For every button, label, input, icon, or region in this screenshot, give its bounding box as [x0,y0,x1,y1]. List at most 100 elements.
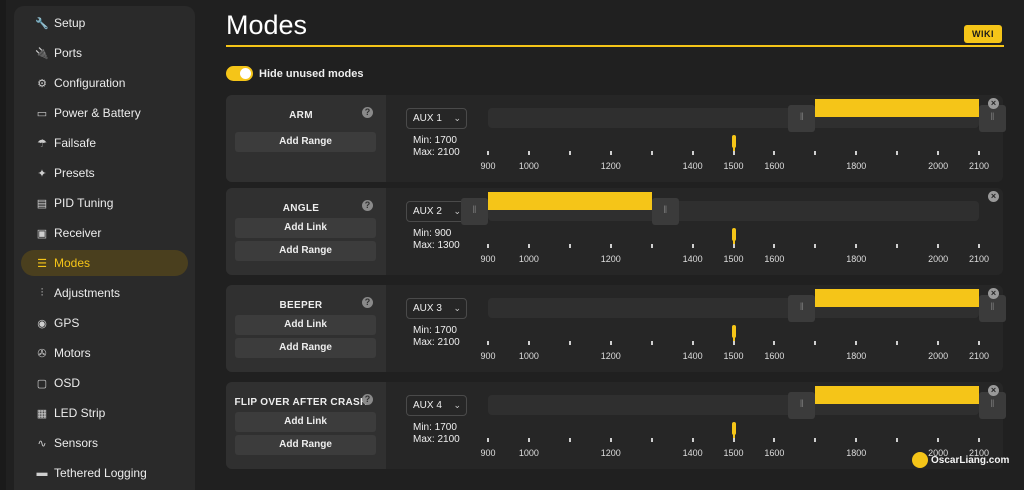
sidebar-item-ports[interactable]: 🔌 Ports [21,40,188,66]
scale-pip [937,244,940,248]
scale-pip [978,438,980,442]
range-min-handle[interactable]: ‖ [788,392,816,419]
remove-range-icon[interactable]: × [988,98,999,109]
hide-unused-row: Hide unused modes [226,66,364,81]
sidebar-item-label: Modes [54,256,91,270]
range-values: Min: 1700 Max: 2100 [413,422,460,446]
remove-range-icon[interactable]: × [988,191,999,202]
range-max-handle[interactable]: ‖ [979,105,1006,132]
sidebar-item-gps[interactable]: ◉ GPS [21,310,188,336]
chevron-down-icon: ⌄ [453,206,461,216]
mode-info-panel: ARM? Add Range [226,95,386,182]
range-min-handle[interactable]: ‖ [788,295,816,322]
plug-icon: 🔌 [35,47,49,60]
range-values: Min: 900 Max: 1300 [413,228,460,252]
scale-pip [650,438,653,442]
mode-name: FLIP OVER AFTER CRASH [234,397,368,408]
add-range-button[interactable]: Add Range [235,241,376,261]
sidebar-item-modes[interactable]: ☰ Modes [21,250,188,276]
sidebar-item-adjustments[interactable]: ⫶ Adjustments [21,280,188,306]
add-range-button[interactable]: Add Range [235,132,376,152]
scale-pip [814,151,817,155]
range-max-label: Max: 2100 [413,337,460,348]
scale-pip [855,151,858,155]
scale-tick-label: 1500 [723,254,744,264]
toggle-knob [240,68,251,79]
pid-icon: ▤ [36,197,48,210]
page-title: Modes [226,10,308,40]
sidebar-item-osd[interactable]: ▢ OSD [21,370,188,396]
scale-pip [978,151,980,155]
aux-channel-select[interactable]: AUX 3 ⌄ [406,298,467,319]
help-icon[interactable]: ? [362,200,373,211]
range-max-handle[interactable]: ‖ [651,198,679,225]
help-icon[interactable]: ? [362,107,373,118]
mode-card-arm: ARM? Add Range AUX 1 ⌄ Min: 1700 Max: 2100 ‖ ‖ ×… [226,95,1006,182]
scale-pip [773,438,776,442]
scale-pip [773,151,776,155]
marker-stem [732,240,735,244]
range-min-handle[interactable]: ‖ [788,105,816,132]
scale-pip [937,341,940,345]
remove-range-icon[interactable]: × [988,288,999,299]
sidebar-item-label: Presets [54,166,95,180]
marker-stem [732,337,735,341]
scale-tick-label: 2000 [928,351,949,361]
sidebar-item-pid-tuning[interactable]: ▤ PID Tuning [21,190,188,216]
scale-tick-label: 1000 [518,448,539,458]
aux-selected-value: AUX 3 [413,303,442,314]
aux-channel-select[interactable]: AUX 4 ⌄ [406,395,467,416]
sidebar-item-power-battery[interactable]: ▭ Power & Battery [21,100,188,126]
magic-wand-icon: ✦ [37,167,47,180]
sliders-icon: ⫶ [40,286,44,299]
scale-pip [691,244,694,248]
sidebar-item-motors[interactable]: ✇ Motors [21,340,188,366]
wiki-button[interactable]: WIKI [964,25,1002,43]
sidebar-item-setup[interactable]: 🔧 Setup [21,10,188,36]
sidebar-item-tethered-logging[interactable]: ▬ Tethered Logging [21,460,188,486]
range-min-label: Min: 1700 [413,422,457,433]
sidebar-item-label: Failsafe [54,136,97,150]
scale-tick-label: 1000 [518,351,539,361]
sidebar-item-presets[interactable]: ✦ Presets [21,160,188,186]
scale-pip [691,341,694,345]
range-min-handle[interactable]: ‖ [461,198,488,225]
scale-tick-label: 1800 [846,351,867,361]
add-link-button[interactable]: Add Link [235,218,376,238]
sidebar-item-receiver[interactable]: ▣ Receiver [21,220,188,246]
scale-tick-label: 1400 [682,161,703,171]
mode-name: ANGLE [282,203,320,214]
scale-pip [814,244,817,248]
scale-tick-label: 1500 [723,448,744,458]
sidebar-item-configuration[interactable]: ⚙ Configuration [21,70,188,96]
scale-tick-label: 1200 [600,448,621,458]
sidebar-item-led-strip[interactable]: ▦ LED Strip [21,400,188,426]
scale-tick-label: 1600 [764,161,785,171]
sidebar-item-label: GPS [54,316,80,330]
add-range-button[interactable]: Add Range [235,435,376,455]
remove-range-icon[interactable]: × [988,385,999,396]
range-max-label: Max: 2100 [413,147,460,158]
receiver-icon: ▣ [36,227,48,240]
scale-pip [855,438,858,442]
scale-pip [978,341,980,345]
scale-tick-label: 2000 [928,161,949,171]
wrench-icon: 🔧 [35,17,49,30]
range-max-handle[interactable]: ‖ [979,295,1006,322]
help-icon[interactable]: ? [362,394,373,405]
scale-pip [650,151,653,155]
scale-tick-label: 1500 [723,351,744,361]
mode-card-beeper: BEEPER? Add Link Add Range AUX 3 ⌄ Min: 1700 M… [226,285,1006,372]
aux-channel-select[interactable]: AUX 1 ⌄ [406,108,467,129]
add-link-button[interactable]: Add Link [235,412,376,432]
aux-channel-select[interactable]: AUX 2 ⌄ [406,201,467,222]
add-range-button[interactable]: Add Range [235,338,376,358]
range-max-handle[interactable]: ‖ [979,392,1006,419]
help-icon[interactable]: ? [362,297,373,308]
add-link-button[interactable]: Add Link [235,315,376,335]
sidebar-item-failsafe[interactable]: ☂ Failsafe [21,130,188,156]
sidebar-item-sensors[interactable]: ∿ Sensors [21,430,188,456]
log-icon: ▬ [36,467,48,479]
scale-pip [691,438,694,442]
hide-unused-toggle[interactable] [226,66,253,81]
